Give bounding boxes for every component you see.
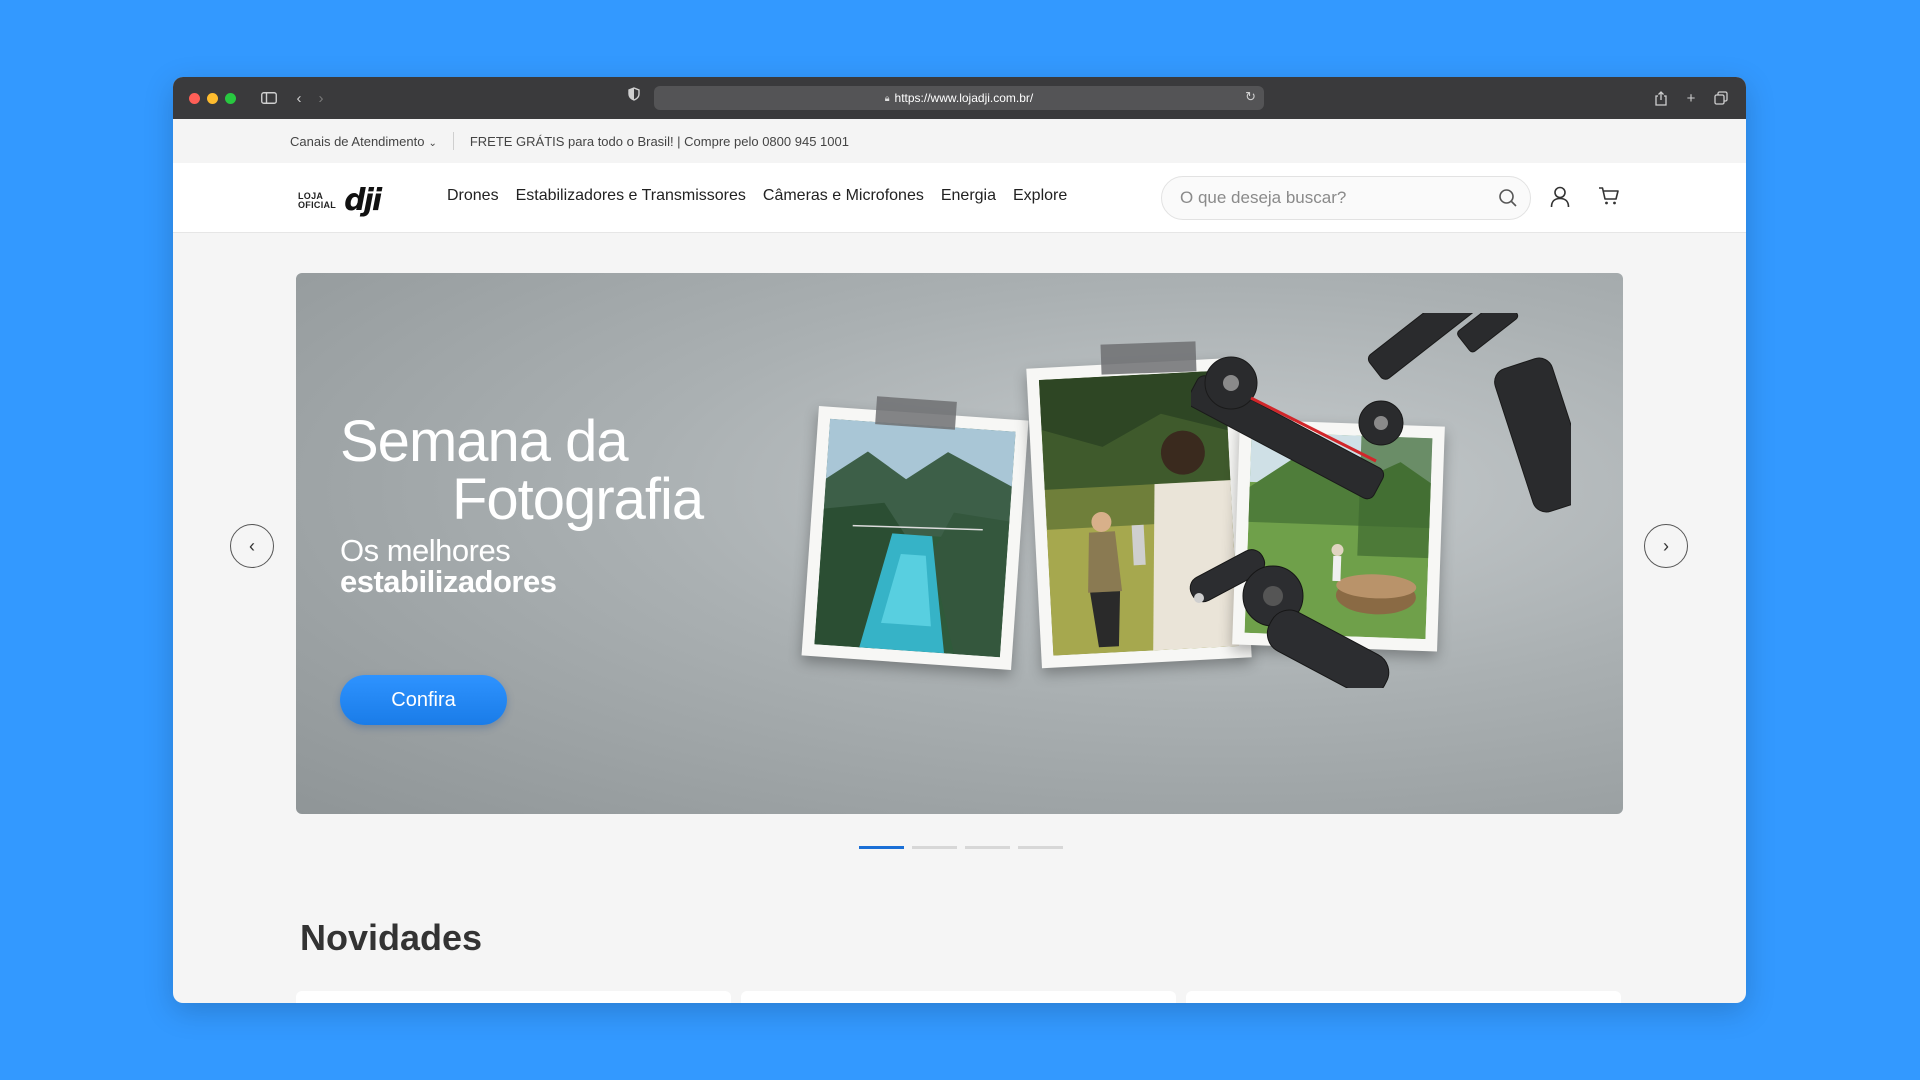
account-icon[interactable] <box>1550 186 1570 213</box>
new-tab-icon[interactable]: + <box>1680 87 1702 109</box>
nav-item-energy[interactable]: Energia <box>941 187 996 205</box>
reload-icon[interactable]: ↻ <box>1245 89 1256 105</box>
carousel-dot-4[interactable] <box>1018 846 1063 849</box>
nav-item-cameras[interactable]: Câmeras e Microfones <box>763 187 924 205</box>
dji-store-logo[interactable]: LOJA OFICIAL dji <box>298 183 382 218</box>
window-controls <box>189 92 236 104</box>
nav-item-drones[interactable]: Drones <box>447 187 499 205</box>
chevron-right-icon: › <box>1663 535 1669 556</box>
photo-tape <box>875 396 957 430</box>
main-nav: Drones Estabilizadores e Transmissores C… <box>447 187 1067 205</box>
service-channels-label: Canais de Atendimento <box>290 133 425 149</box>
hero-subtitle-line1: Os melhores <box>340 533 511 568</box>
nav-item-explore[interactable]: Explore <box>1013 187 1067 205</box>
cart-icon[interactable] <box>1598 186 1620 211</box>
hero-cta-button[interactable]: Confira <box>340 675 507 725</box>
river-landscape-image <box>814 418 1016 658</box>
logo-official-store: LOJA OFICIAL <box>298 191 337 210</box>
privacy-shield-icon[interactable] <box>628 87 640 106</box>
logo-line-oficial: OFICIAL <box>298 199 337 210</box>
lock-icon: 🔒︎ <box>884 92 890 103</box>
hero-banner[interactable]: Semana da Fotografia Os melhores estabil… <box>296 273 1623 814</box>
hero-title-line2: Fotografia <box>452 467 704 532</box>
service-channels-dropdown[interactable]: Canais de Atendimento ⌄ <box>290 134 437 149</box>
logo-brand-dji: dji <box>344 183 382 218</box>
site-header: LOJA OFICIAL dji Drones Estabilizadores … <box>173 163 1746 233</box>
carousel-dot-3[interactable] <box>965 846 1010 849</box>
minimize-window-button[interactable] <box>207 92 218 104</box>
nav-item-stabilizers[interactable]: Estabilizadores e Transmissores <box>516 187 746 205</box>
product-card[interactable] <box>741 991 1176 1003</box>
shipping-promo-text: FRETE GRÁTIS para todo o Brasil! | Compr… <box>469 133 849 149</box>
photo-river-canyon <box>801 405 1029 671</box>
chevron-down-icon: ⌄ <box>428 137 437 149</box>
section-title-news: Novidades <box>300 917 483 958</box>
rs-gimbal-product-image <box>1191 313 1571 513</box>
photo-tape <box>1100 341 1197 375</box>
back-icon[interactable]: ‹ <box>288 87 310 109</box>
search-box <box>1161 176 1531 220</box>
product-card[interactable] <box>1186 991 1621 1003</box>
browser-actions: + <box>1650 87 1732 109</box>
divider <box>452 132 454 150</box>
carousel-dot-2[interactable] <box>912 846 957 849</box>
browser-toolbar: ‹ › 🔒︎ https://www.lojadji.com.br/ ↻ + <box>173 77 1746 119</box>
chevron-left-icon: ‹ <box>249 535 255 556</box>
sidebar-toggle-icon[interactable] <box>258 87 280 109</box>
carousel-indicators <box>859 846 1063 849</box>
carousel-dot-1[interactable] <box>859 846 904 849</box>
top-info-bar: Canais de Atendimento ⌄ FRETE GRÁTIS para… <box>173 119 1746 163</box>
url-text: https://www.lojadji.com.br/ <box>894 91 1034 105</box>
product-card[interactable] <box>296 991 731 1003</box>
address-bar[interactable]: 🔒︎ https://www.lojadji.com.br/ ↻ <box>654 86 1264 110</box>
tab-overview-icon[interactable] <box>1710 87 1732 109</box>
close-window-button[interactable] <box>189 92 200 104</box>
share-icon[interactable] <box>1650 87 1672 109</box>
product-cards-row <box>296 991 1621 1003</box>
browser-window: ‹ › 🔒︎ https://www.lojadji.com.br/ ↻ + C… <box>173 77 1746 1003</box>
carousel-prev-button[interactable]: ‹ <box>230 524 274 568</box>
hero-headline: Semana da Fotografia Os melhores estabil… <box>340 409 704 599</box>
maximize-window-button[interactable] <box>225 92 236 104</box>
carousel-next-button[interactable]: › <box>1644 524 1688 568</box>
hero-subtitle-line2: estabilizadores <box>340 564 557 599</box>
search-icon[interactable] <box>1498 188 1518 213</box>
search-input[interactable] <box>1180 188 1480 208</box>
hero-title-line1: Semana da <box>340 409 629 474</box>
forward-icon[interactable]: › <box>310 87 332 109</box>
om-gimbal-product-image <box>1189 549 1390 688</box>
